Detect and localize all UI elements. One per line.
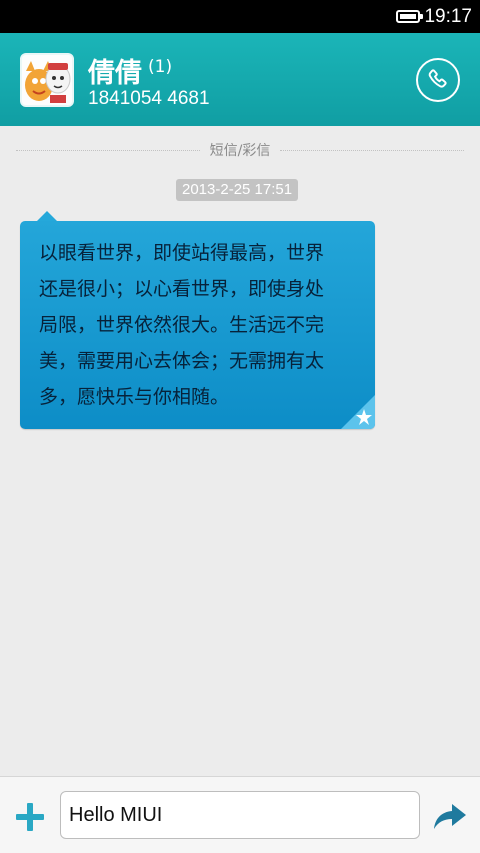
status-time: 19:17 <box>424 5 472 27</box>
star-icon[interactable] <box>341 395 375 429</box>
avatar-icon[interactable] <box>20 53 74 107</box>
message-line: 还是很小；以心看世界，即使身处 <box>39 278 325 300</box>
message-line: 多，愿快乐与你相随。 <box>39 386 230 408</box>
send-button[interactable] <box>432 801 468 833</box>
add-attachment-button[interactable] <box>14 801 46 833</box>
call-button[interactable] <box>416 58 460 102</box>
message-input[interactable] <box>60 791 420 839</box>
message-line: 以眼看世界，即使站得最高，世界 <box>39 242 325 264</box>
contact-phone-number: 1841054 4681 <box>88 88 210 109</box>
send-arrow-icon <box>434 804 466 829</box>
channel-label: 短信/彩信 <box>209 143 271 159</box>
message-count: (1) <box>148 57 173 77</box>
conversation-header: 倩倩 (1) 1841054 4681 <box>0 33 480 126</box>
status-bar: 19:17 <box>0 0 480 33</box>
plus-icon <box>16 803 44 831</box>
message-timestamp: 2013-2-25 17:51 <box>176 179 299 201</box>
message-line: 局限，世界依然很大。生活远不完 <box>39 314 325 336</box>
composer-bar <box>0 776 480 853</box>
channel-divider: 短信/彩信 <box>16 140 464 160</box>
contact-name: 倩倩 <box>88 58 142 89</box>
message-line: 美，需要用心去体会；无需拥有太 <box>39 350 325 372</box>
phone-icon <box>428 69 447 88</box>
message-bubble[interactable]: 以眼看世界，即使站得最高，世界 还是很小；以心看世界，即使身处 局限，世界依然很… <box>20 221 375 429</box>
battery-full-icon <box>396 10 424 23</box>
